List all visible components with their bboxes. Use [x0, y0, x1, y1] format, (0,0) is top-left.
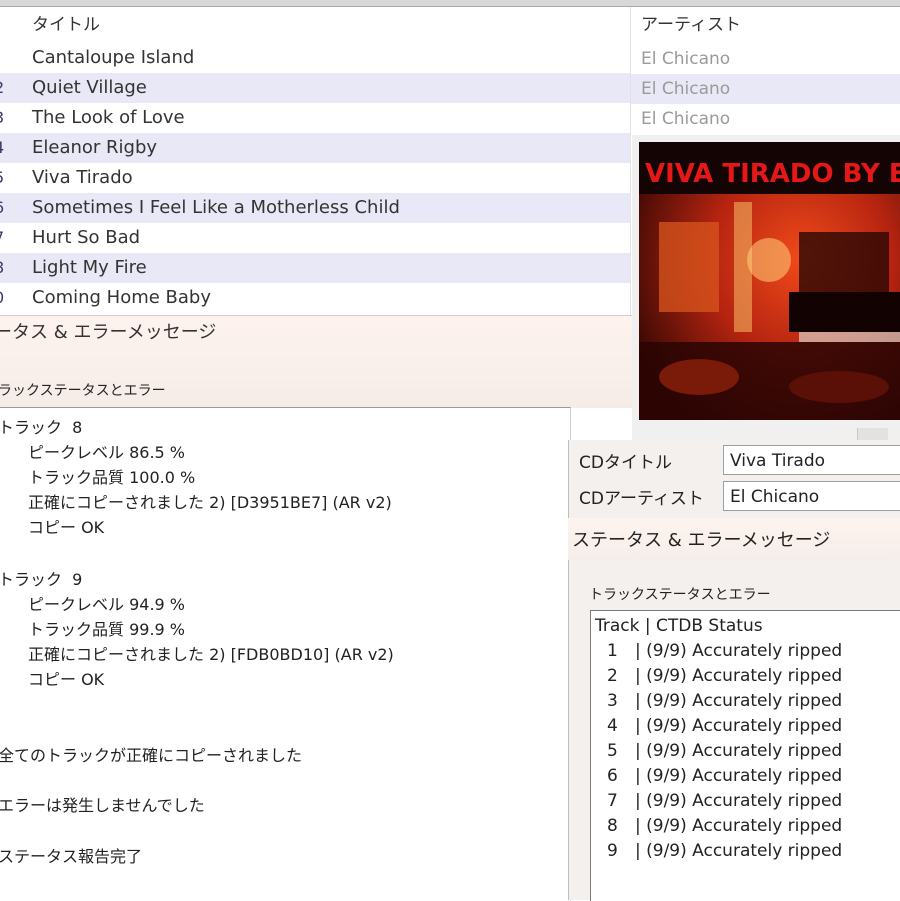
track-title: Cantaloupe Island [32, 47, 195, 68]
artist-cell: El Chicano [641, 49, 731, 69]
track-number: 2 [0, 73, 6, 103]
back-status-log[interactable]: トラック 8 ピークレベル 86.5 % トラック品質 100.0 % 正確にコ… [0, 407, 571, 901]
track-number: 7 [0, 223, 6, 253]
table-row[interactable]: 6 Sometimes I Feel Like a Motherless Chi… [0, 193, 630, 223]
ctdb-track-status: | (9/9) Accurately ripped [635, 741, 843, 761]
ctdb-track-number: 8 [607, 816, 618, 836]
log-track9-copy-ok: コピー OK [28, 670, 105, 689]
table-row[interactable]: 2 Quiet Village [0, 73, 630, 103]
ctdb-track-status: | (9/9) Accurately ripped [635, 841, 843, 861]
table-row[interactable]: 7 Hurt So Bad [0, 223, 630, 253]
track-number: 4 [0, 133, 6, 163]
ctdb-track-number: 2 [607, 666, 618, 686]
log-track8-quality: トラック品質 100.0 % [28, 468, 196, 487]
track-title: Viva Tirado [32, 167, 133, 188]
front-track-status-heading: トラックステータスとエラー [589, 587, 771, 603]
log-track8-header: トラック 8 [0, 418, 83, 437]
ctdb-track-status: | (9/9) Accurately ripped [635, 791, 843, 811]
artist-cell: El Chicano [641, 109, 731, 129]
ctdb-track-status: | (9/9) Accurately ripped [635, 716, 843, 736]
track-title: Eleanor Rigby [32, 137, 158, 158]
album-cover-title: VIVA TIRADO BY EL CHICANO [645, 159, 900, 189]
ctdb-status-log[interactable]: Track | CTDB Status 1 | (9/9) Accurately… [590, 610, 900, 901]
log-track9-quality: トラック品質 99.9 % [28, 620, 186, 639]
table-row[interactable]: 5 Viva Tirado [0, 163, 630, 193]
log-track9-header: トラック 9 [0, 570, 83, 589]
track-number: 0 [0, 283, 6, 313]
log-no-errors: エラーは発生しませんでした [0, 796, 205, 815]
window-top-border [0, 0, 900, 7]
log-track9-peak: ピークレベル 94.9 % [28, 595, 186, 614]
track-title: Hurt So Bad [32, 227, 141, 248]
log-track8-copy-ok: コピー OK [28, 518, 105, 537]
ctdb-track-number: 4 [607, 716, 618, 736]
track-title: Quiet Village [32, 77, 147, 98]
table-row[interactable]: 8 Light My Fire [0, 253, 630, 283]
cd-title-label: CDタイトル [579, 453, 672, 473]
ctdb-track-number: 9 [607, 841, 618, 861]
log-track8-accurate: 正確にコピーされました 2) [D3951BE7] (AR v2) [28, 493, 392, 512]
ctdb-track-status: | (9/9) Accurately ripped [635, 641, 843, 661]
album-cover-image[interactable]: VIVA TIRADO BY EL CHICANO [639, 142, 900, 420]
table-row[interactable]: Cantaloupe Island [0, 43, 630, 73]
track-title: Light My Fire [32, 257, 147, 278]
log-track8-peak: ピークレベル 86.5 % [28, 443, 186, 462]
track-number: 8 [0, 253, 6, 283]
ctdb-track-number: 7 [607, 791, 618, 811]
ctdb-track-number: 3 [607, 691, 618, 711]
column-header-title[interactable]: タイトル [32, 7, 100, 43]
back-track-status-heading: ラックステータスとエラー [0, 383, 166, 399]
ctdb-track-number: 6 [607, 766, 618, 786]
ctdb-track-status: | (9/9) Accurately ripped [635, 816, 843, 836]
column-header-artist[interactable]: アーティスト [641, 7, 741, 43]
cd-title-field[interactable]: Viva Tirado [723, 445, 900, 475]
track-number: 5 [0, 163, 6, 193]
track-title: Sometimes I Feel Like a Motherless Child [32, 197, 400, 218]
cd-artist-field[interactable]: El Chicano [723, 481, 900, 511]
ctdb-track-number: 5 [607, 741, 618, 761]
table-row[interactable]: 0 Coming Home Baby [0, 283, 630, 313]
log-report-done: ステータス報告完了 [0, 847, 143, 866]
ctdb-track-status: | (9/9) Accurately ripped [635, 766, 843, 786]
track-number: 6 [0, 193, 6, 223]
ctdb-track-status: | (9/9) Accurately ripped [635, 691, 843, 711]
table-row[interactable]: 3 The Look of Love [0, 103, 630, 133]
ctdb-track-status: | (9/9) Accurately ripped [635, 666, 843, 686]
track-list-table[interactable]: Cantaloupe Island 2 Quiet Village 3 The … [0, 7, 630, 315]
table-row[interactable]: 4 Eleanor Rigby [0, 133, 630, 163]
back-status-heading: ータス & エラーメッセージ [0, 322, 217, 343]
ctdb-track-number: 1 [607, 641, 618, 661]
cd-artist-label: CDアーティスト [579, 489, 704, 509]
front-status-heading: ステータス & エラーメッセージ [572, 530, 831, 551]
track-number: 3 [0, 103, 6, 133]
ctdb-log-header: Track | CTDB Status [595, 616, 763, 636]
track-title: Coming Home Baby [32, 287, 212, 308]
artist-cell: El Chicano [631, 74, 900, 104]
track-title: The Look of Love [32, 107, 185, 128]
log-all-accurate: 全てのトラックが正確にコピーされました [0, 746, 303, 765]
log-track9-accurate: 正確にコピーされました 2) [FDB0BD10] (AR v2) [28, 645, 394, 664]
